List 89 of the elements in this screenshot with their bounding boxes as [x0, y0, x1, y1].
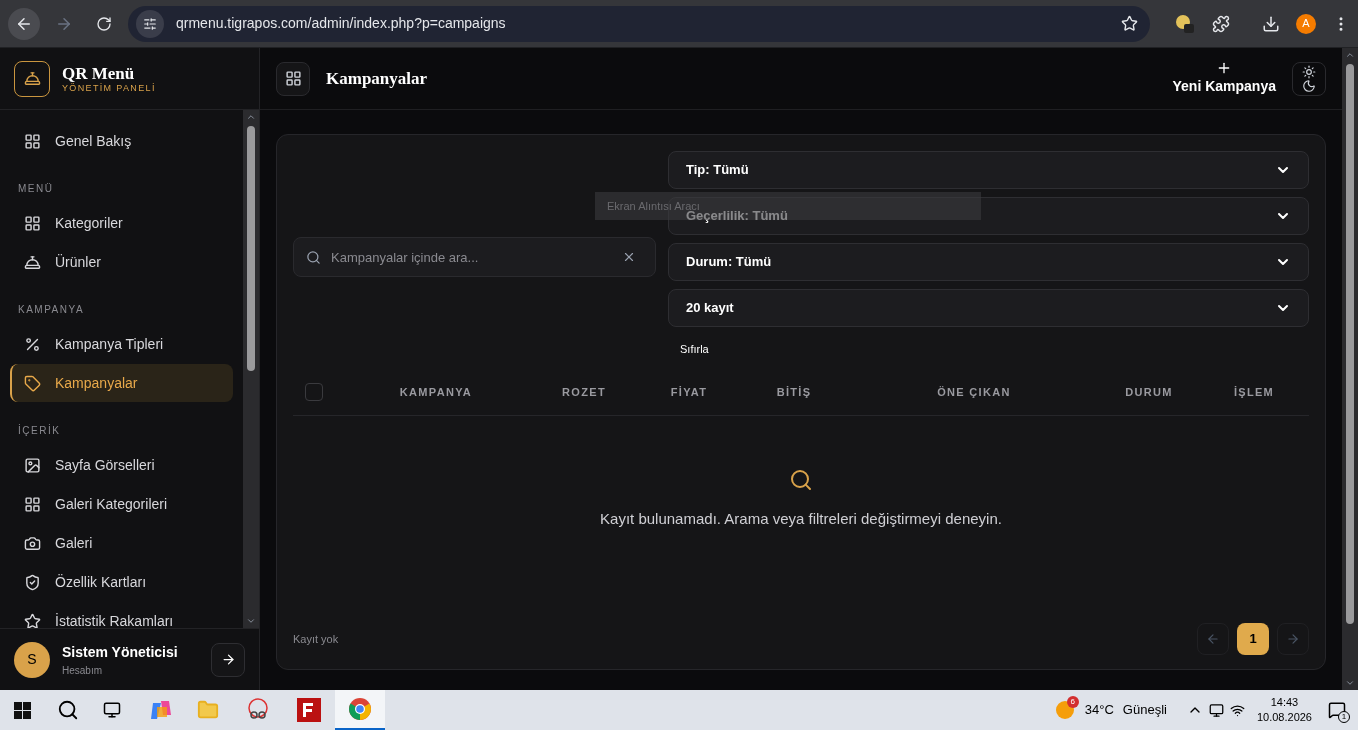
menu-toggle-button[interactable] [276, 61, 310, 96]
new-campaign-button[interactable]: Yeni Kampanya [1172, 60, 1276, 97]
scroll-down-icon[interactable] [1345, 678, 1355, 688]
empty-search-icon [789, 468, 813, 492]
nav-item[interactable]: İstatistik Rakamları [10, 602, 233, 628]
filter-select[interactable]: 20 kayıt [668, 289, 1309, 327]
star-icon [24, 612, 41, 628]
bookmark-icon[interactable] [1121, 15, 1138, 32]
column-header: KAMPANYA [398, 384, 474, 400]
nav-item[interactable]: Kampanya Tipleri [10, 325, 233, 363]
tag-icon [24, 374, 41, 392]
column-header: FİYAT [669, 384, 709, 400]
record-count: Kayıt yok [293, 631, 340, 647]
sun-icon [1302, 64, 1316, 79]
notification-count: 1 [1338, 711, 1350, 723]
column-header: ROZET [561, 384, 607, 400]
temperature[interactable]: 34°C [1084, 700, 1114, 720]
notification-icon[interactable] [1328, 701, 1346, 719]
cloche-icon [24, 253, 41, 271]
url-text: qrmenu.tigrapos.com/admin/index.php?p=campaigns [176, 14, 507, 33]
page-title: Kampanyalar [326, 67, 429, 90]
column-header: İŞLEM [1232, 384, 1276, 400]
ftp-app-icon[interactable] [297, 698, 321, 722]
scroll-up-icon[interactable] [246, 112, 256, 122]
address-bar[interactable]: qrmenu.tigrapos.com/admin/index.php?p=campaigns [128, 5, 1150, 42]
nav-item[interactable]: Ürünler [10, 243, 233, 281]
empty-message: Kayıt bulunamadı. Arama veya filtreleri değiştirmeyi deneyin. [600, 509, 1002, 529]
download-icon[interactable] [1262, 14, 1280, 33]
reset-button[interactable]: Sıfırla [668, 335, 721, 364]
column-header: ÖNE ÇIKAN [936, 384, 1012, 400]
shield-icon [24, 573, 41, 591]
user-name: Sistem Yöneticisi [62, 642, 179, 662]
page-scrollbar[interactable] [1342, 48, 1358, 690]
reload-icon [96, 15, 112, 32]
logout-button[interactable] [211, 642, 245, 677]
section-heading: MENÜ [17, 182, 55, 196]
clock[interactable]: 14:43 10.08.2026 [1256, 695, 1312, 725]
task-view-icon[interactable] [103, 701, 121, 719]
back-button[interactable] [8, 7, 40, 40]
weather-badge: 6 [1066, 696, 1079, 708]
nav-item[interactable]: Özellik Kartları [10, 563, 233, 601]
page-button[interactable]: 1 [1237, 623, 1269, 655]
theme-toggle-button[interactable] [1292, 61, 1326, 96]
tray-icon[interactable] [1229, 702, 1245, 718]
nav-item[interactable]: Sayfa Görselleri [10, 446, 233, 484]
filter-select[interactable]: Durum: Tümü [668, 243, 1309, 281]
scrollbar-thumb[interactable] [247, 126, 255, 371]
search-icon[interactable] [57, 699, 79, 721]
scroll-down-icon[interactable] [246, 616, 256, 626]
nav-item[interactable]: Galeri [10, 524, 233, 562]
image-icon [24, 456, 41, 474]
browser-taskbar-button[interactable] [335, 690, 385, 730]
extensions-icon[interactable] [1212, 14, 1230, 33]
select-all-checkbox[interactable] [305, 383, 323, 401]
column-header: DURUM [1124, 384, 1174, 400]
logo-subtitle: YÖNETİM PANELİ [62, 83, 156, 93]
weather-text[interactable]: Güneşli [1122, 700, 1167, 720]
section-heading: KAMPANYA [17, 303, 86, 317]
start-icon[interactable] [14, 701, 31, 719]
copilot-icon[interactable] [149, 699, 173, 721]
arrow-right-icon [220, 652, 236, 667]
nav-item[interactable]: Galeri Kategorileri [10, 485, 233, 523]
scrollbar[interactable] [243, 110, 259, 628]
search-field[interactable]: Kampanyalar içinde ara... [293, 237, 656, 278]
grid-icon [24, 132, 41, 150]
network-icon[interactable] [1208, 702, 1224, 718]
browser-logo-icon [348, 697, 372, 721]
scrollbar-thumb[interactable] [1346, 64, 1354, 624]
nav-item[interactable]: Genel Bakış [10, 122, 233, 160]
column-header: BİTİŞ [775, 384, 813, 400]
section-heading: İÇERİK [17, 423, 62, 438]
grid-icon [24, 214, 41, 232]
weather-sun-icon[interactable] [1054, 700, 1075, 720]
nav-item[interactable]: Kategoriler [10, 204, 233, 242]
search-icon [306, 250, 321, 266]
camera-icon [24, 534, 41, 552]
nav-item[interactable]: Kampanyalar [10, 364, 233, 402]
scroll-up-icon[interactable] [1345, 50, 1355, 60]
logo-title: QR Menü [62, 64, 136, 82]
logo-icon [14, 60, 50, 97]
grid-icon [24, 495, 41, 513]
extension-icon[interactable] [1174, 12, 1196, 35]
percent-icon [24, 335, 41, 353]
grid-icon [284, 70, 302, 87]
account-link[interactable]: Hesabım [62, 662, 199, 678]
moon-icon [1302, 78, 1316, 93]
site-settings-icon[interactable] [136, 9, 164, 38]
filter-select[interactable]: Tip: Tümü [668, 151, 1309, 189]
user-avatar: S [14, 641, 50, 678]
